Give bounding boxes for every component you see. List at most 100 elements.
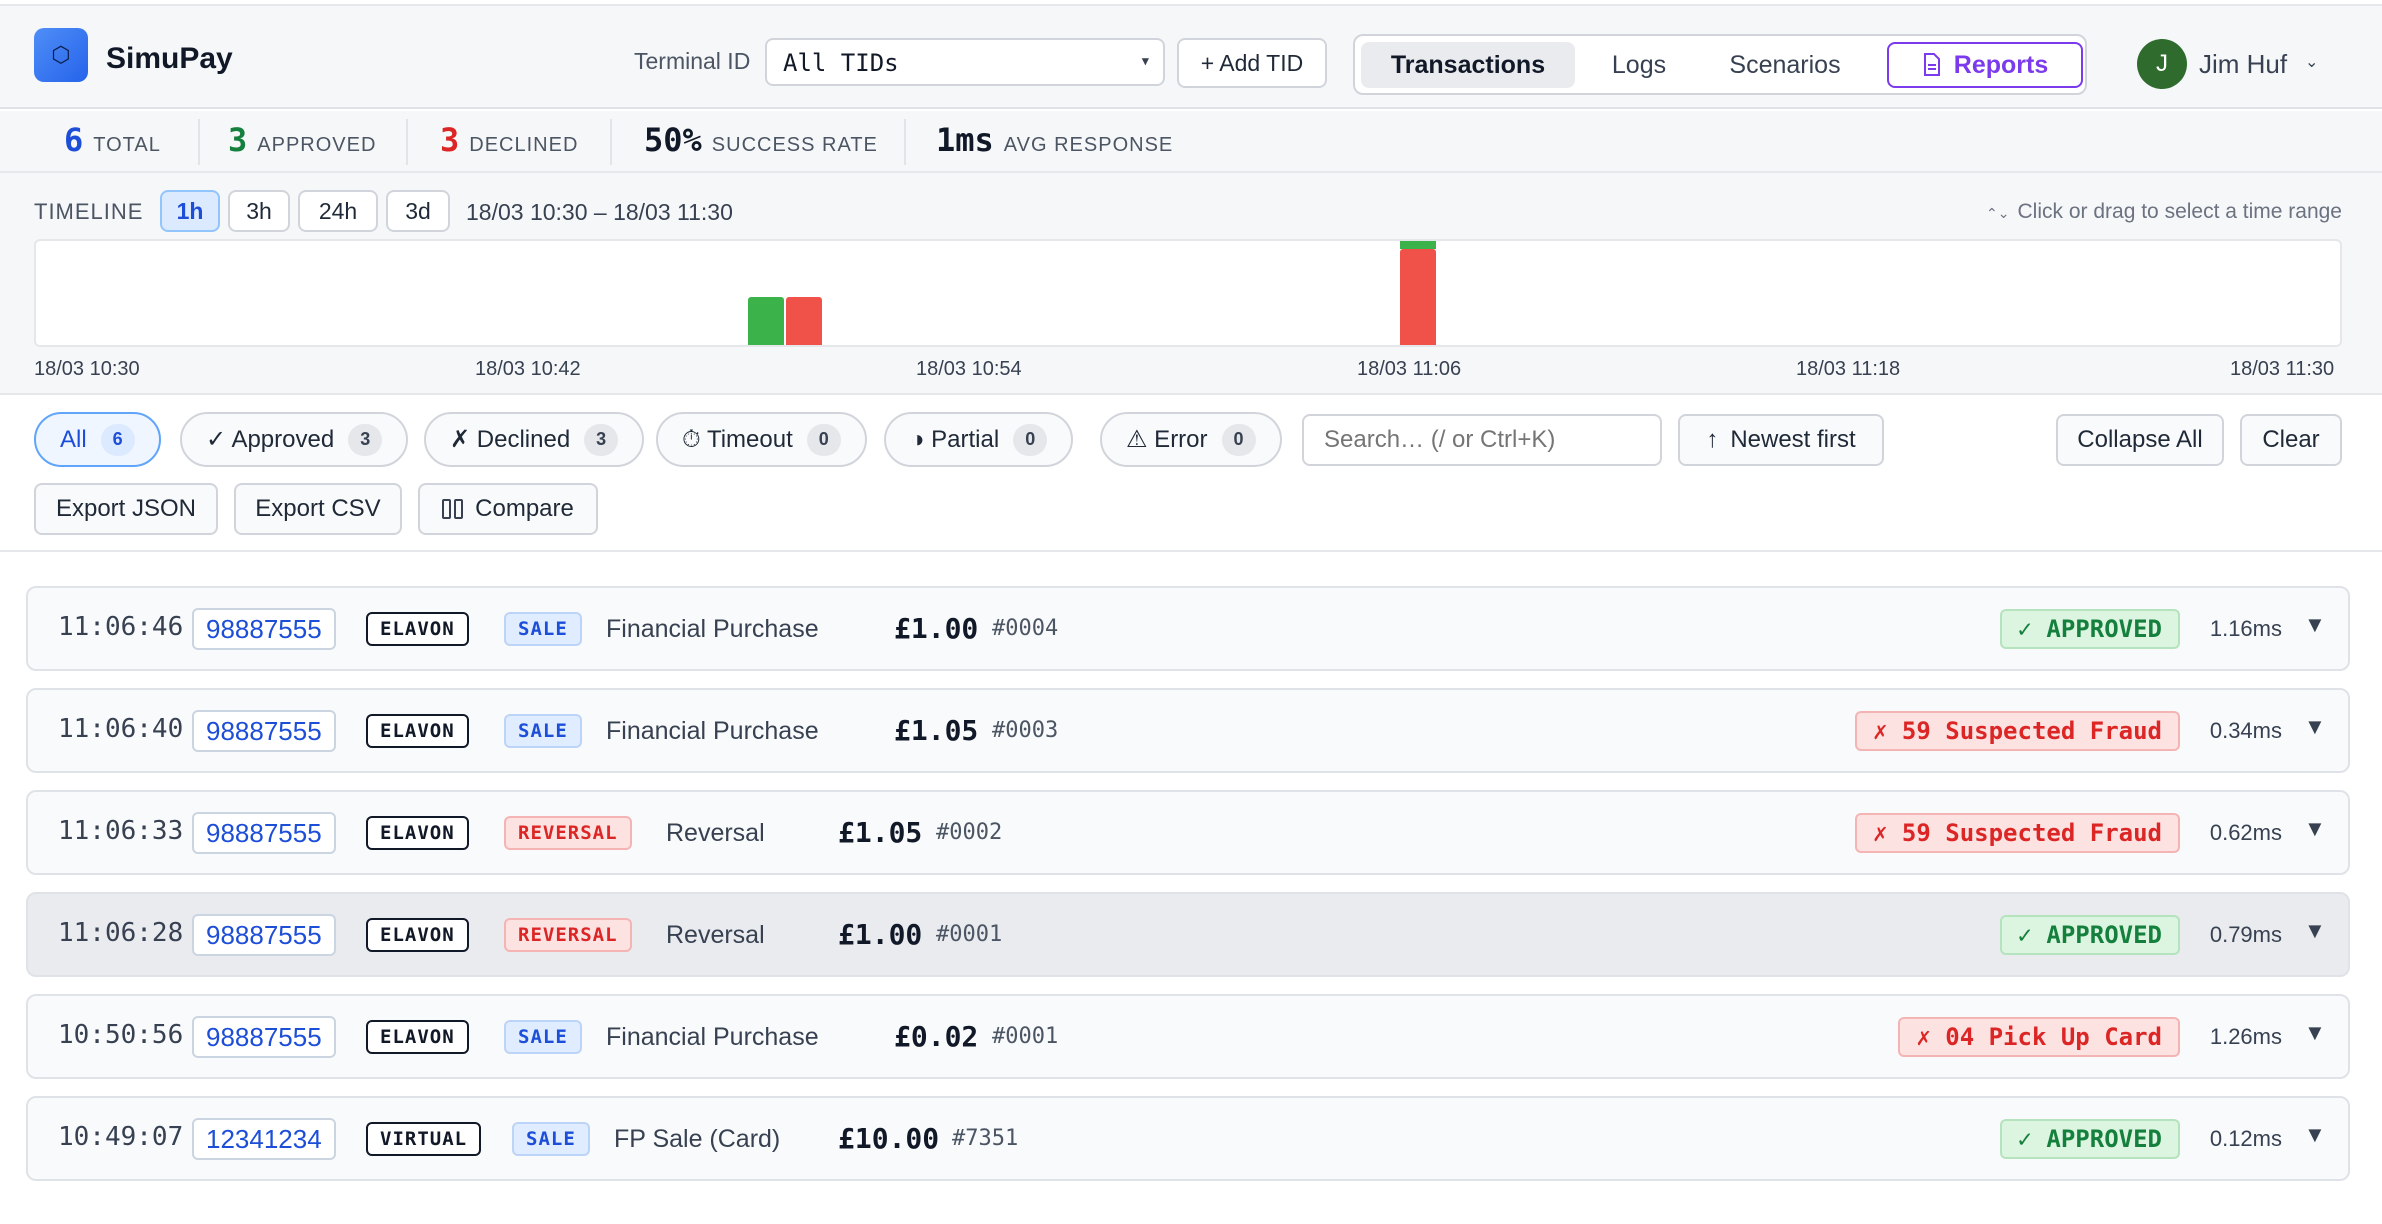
row-tid[interactable]: 98887555: [192, 812, 336, 854]
expand-icon[interactable]: ▼: [2304, 1020, 2326, 1046]
chevron-down-icon[interactable]: ⌄: [2305, 52, 2318, 72]
row-status-badge: ✗ 59 Suspected Fraud: [1855, 813, 2180, 853]
row-reference: #0004: [992, 616, 1059, 641]
stat-declined-label: DECLINED: [469, 134, 579, 156]
filter-error[interactable]: ⚠ Error 0: [1100, 412, 1282, 467]
row-tid[interactable]: 98887555: [192, 608, 336, 650]
timeline-bar-approved[interactable]: [747, 297, 784, 345]
user-name[interactable]: Jim Huf: [2199, 49, 2287, 80]
row-tid[interactable]: 98887555: [192, 914, 336, 956]
row-time: 11:06:46: [58, 612, 184, 642]
stat-success-label: SUCCESS RATE: [711, 134, 878, 156]
stat-approved-label: APPROVED: [257, 134, 377, 156]
transaction-row[interactable]: 11:06:40 98887555 ELAVON SALE Financial …: [26, 688, 2350, 773]
stat-success-rate: 50% SUCCESS RATE: [644, 121, 878, 163]
row-type-badge: SALE: [504, 714, 582, 748]
row-response-time: 1.26ms: [2209, 1024, 2282, 1049]
row-status-badge: ✓ APPROVED: [1999, 609, 2180, 649]
row-time: 10:50:56: [58, 1020, 184, 1050]
timeline-chart[interactable]: [34, 239, 2342, 347]
export-json-button[interactable]: Export JSON: [34, 483, 218, 535]
transaction-row[interactable]: 11:06:33 98887555 ELAVON REVERSAL Revers…: [26, 790, 2350, 875]
hexagon-icon[interactable]: ⬡: [34, 28, 88, 82]
filter-approved[interactable]: ✓ Approved 3: [180, 412, 409, 467]
row-response-time: 0.62ms: [2209, 820, 2282, 845]
axis-label: 18/03 10:54: [916, 358, 1022, 380]
tab-reports[interactable]: Reports: [1887, 42, 2083, 88]
search-input[interactable]: [1302, 414, 1662, 466]
row-response-time: 0.34ms: [2209, 718, 2282, 743]
stats-bar: 6 TOTAL 3 APPROVED 3 DECLINED 50% SUCCES…: [0, 111, 2382, 173]
row-time: 10:49:07: [58, 1122, 184, 1152]
row-reference: #0002: [936, 820, 1003, 845]
row-response-time: 0.79ms: [2209, 922, 2282, 947]
range-3d-button[interactable]: 3d: [386, 190, 450, 232]
row-processor-badge: ELAVON: [366, 714, 469, 748]
terminal-id-select[interactable]: All TIDs ▼: [765, 38, 1165, 86]
timeline-bar-declined[interactable]: [1400, 249, 1437, 345]
row-time: 11:06:33: [58, 816, 184, 846]
clear-button[interactable]: Clear: [2240, 414, 2342, 466]
tab-transactions[interactable]: Transactions: [1361, 42, 1575, 88]
filter-approved-count: 3: [348, 423, 383, 456]
transaction-row[interactable]: 10:49:07 12341234 VIRTUAL SALE FP Sale (…: [26, 1096, 2350, 1181]
zoom-icon: ⌃⌄: [1986, 205, 2010, 221]
expand-icon[interactable]: ▼: [2304, 714, 2326, 740]
tab-reports-label: Reports: [1953, 50, 2049, 79]
row-type-badge: SALE: [504, 1020, 582, 1054]
stat-total-label: TOTAL: [93, 134, 161, 156]
filter-partial-count: 0: [1013, 423, 1048, 456]
sort-button[interactable]: ↑ Newest first: [1678, 414, 1884, 466]
expand-icon[interactable]: ▼: [2304, 1122, 2326, 1148]
compare-button[interactable]: Compare: [418, 483, 598, 535]
terminal-id-label: Terminal ID: [634, 48, 751, 74]
filter-partial[interactable]: ◑ Partial 0: [884, 412, 1074, 467]
row-tid[interactable]: 98887555: [192, 710, 336, 752]
row-tid[interactable]: 12341234: [192, 1118, 336, 1160]
row-amount: £10.00: [838, 1122, 940, 1155]
row-amount: £1.05: [838, 816, 923, 849]
row-processor-badge: ELAVON: [366, 1020, 469, 1054]
row-tid[interactable]: 98887555: [192, 1016, 336, 1058]
row-amount: £1.00: [894, 612, 979, 645]
terminal-id-value: All TIDs: [783, 49, 899, 77]
range-3h-button[interactable]: 3h: [228, 190, 290, 232]
timeline-bar-declined[interactable]: [786, 297, 822, 345]
app-name: SimuPay: [106, 42, 233, 75]
filter-timeout-label: ⏱ Timeout: [682, 425, 793, 453]
row-description: Financial Purchase: [606, 717, 819, 745]
row-description: Reversal: [666, 819, 765, 847]
timeline-bar-approved[interactable]: [1400, 241, 1437, 249]
transaction-row[interactable]: 11:06:46 98887555 ELAVON SALE Financial …: [26, 586, 2350, 671]
transaction-row[interactable]: 10:50:56 98887555 ELAVON SALE Financial …: [26, 994, 2350, 1079]
tab-scenarios[interactable]: Scenarios: [1703, 42, 1867, 88]
arrow-up-icon: ↑: [1706, 426, 1719, 453]
filter-timeout[interactable]: ⏱ Timeout 0: [656, 412, 867, 467]
row-reference: #0001: [992, 1024, 1059, 1049]
row-processor-badge: ELAVON: [366, 816, 469, 850]
row-processor-badge: VIRTUAL: [366, 1122, 482, 1156]
filter-all[interactable]: All 6: [34, 412, 161, 467]
range-1h-button[interactable]: 1h: [160, 190, 220, 232]
filter-declined[interactable]: ✗ Declined 3: [424, 412, 645, 467]
app-header: ⬡ SimuPay Terminal ID All TIDs ▼ + Add T…: [0, 6, 2382, 109]
stat-declined-value: 3: [440, 121, 460, 159]
export-csv-button[interactable]: Export CSV: [234, 483, 402, 535]
filter-bar: All 6 ✓ Approved 3 ✗ Declined 3 ⏱ Timeou…: [0, 395, 2382, 552]
row-response-time: 1.16ms: [2209, 616, 2282, 641]
add-tid-button[interactable]: + Add TID: [1177, 38, 1327, 88]
tab-logs[interactable]: Logs: [1591, 42, 1687, 88]
avatar[interactable]: J: [2137, 39, 2187, 89]
timeline-hint-text: Click or drag to select a time range: [2017, 200, 2342, 223]
expand-icon[interactable]: ▼: [2304, 816, 2326, 842]
axis-label: 18/03 10:30: [34, 358, 140, 380]
stat-success-value: 50%: [644, 121, 702, 159]
row-status-badge: ✗ 04 Pick Up Card: [1898, 1017, 2180, 1057]
expand-icon[interactable]: ▼: [2304, 918, 2326, 944]
collapse-all-button[interactable]: Collapse All: [2056, 414, 2224, 466]
axis-label: 18/03 11:06: [1357, 358, 1462, 380]
transaction-row[interactable]: 11:06:28 98887555 ELAVON REVERSAL Revers…: [26, 892, 2350, 977]
range-24h-button[interactable]: 24h: [298, 190, 378, 232]
expand-icon[interactable]: ▼: [2304, 612, 2326, 638]
filter-all-count: 6: [100, 423, 135, 456]
